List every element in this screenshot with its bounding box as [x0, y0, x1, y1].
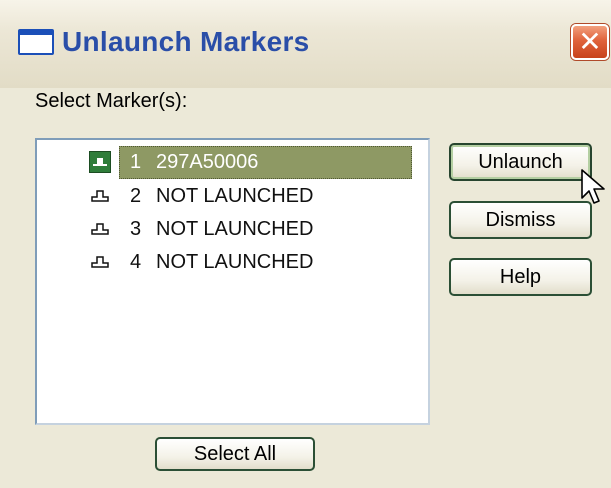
markers-listbox[interactable]: 1 297A50006 2 NOT LAUNCHED 3 NOT LAUNCHE… [35, 138, 430, 425]
mouse-pointer-icon [581, 169, 605, 204]
marker-row-2[interactable]: 2 NOT LAUNCHED [37, 180, 428, 213]
marker-index: 3 [130, 218, 142, 240]
select-markers-label: Select Marker(s): [35, 90, 188, 112]
marker-index: 1 [130, 151, 142, 173]
marker-row-3[interactable]: 3 NOT LAUNCHED [37, 213, 428, 246]
marker-outline-icon [91, 256, 109, 268]
unlaunch-button[interactable]: Unlaunch [449, 143, 592, 181]
marker-index: 4 [130, 251, 142, 273]
select-all-button[interactable]: Select All [155, 437, 315, 471]
marker-label: NOT LAUNCHED [156, 251, 314, 273]
window-frame-left [0, 88, 6, 488]
marker-row-1[interactable]: 1 297A50006 [37, 146, 428, 179]
close-button[interactable]: ✕ [571, 24, 609, 60]
marker-row-4[interactable]: 4 NOT LAUNCHED [37, 246, 428, 279]
title-bar[interactable]: Unlaunch Markers ✕ [0, 0, 611, 88]
close-icon: ✕ [578, 26, 602, 57]
marker-label: NOT LAUNCHED [156, 218, 314, 240]
marker-outline-icon [91, 223, 109, 235]
marker-index: 2 [130, 185, 142, 207]
dialog-title: Unlaunch Markers [62, 26, 310, 57]
launched-marker-icon [89, 151, 111, 173]
marker-outline-icon [91, 190, 109, 202]
help-button[interactable]: Help [449, 258, 592, 296]
marker-label: 297A50006 [156, 151, 259, 173]
dismiss-button[interactable]: Dismiss [449, 201, 592, 239]
window-icon [18, 29, 54, 55]
unlaunch-markers-dialog: Unlaunch Markers ✕ Select Marker(s): 1 2… [0, 0, 611, 488]
marker-label: NOT LAUNCHED [156, 185, 314, 207]
